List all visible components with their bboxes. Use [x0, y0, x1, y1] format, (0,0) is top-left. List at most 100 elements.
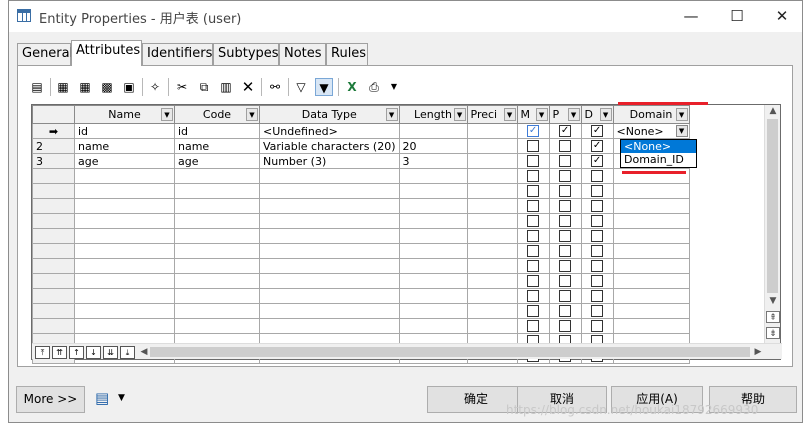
table-row[interactable]: [32, 273, 690, 289]
checkbox[interactable]: [527, 155, 540, 167]
row-header[interactable]: [32, 183, 75, 199]
move-page-up-icon[interactable]: ⇈: [52, 346, 67, 359]
cell-length[interactable]: [398, 123, 468, 139]
checkbox[interactable]: [591, 290, 604, 302]
empty-cell[interactable]: [174, 288, 260, 304]
dropdown-arrow-icon[interactable]: ▼: [385, 78, 403, 96]
print-icon[interactable]: ⎙: [365, 78, 383, 96]
row-header[interactable]: [32, 273, 75, 289]
checkbox[interactable]: [591, 320, 604, 332]
checkbox[interactable]: [559, 245, 572, 257]
cell-length[interactable]: 3: [398, 153, 468, 169]
page-down-icon[interactable]: ⇟: [766, 327, 780, 339]
chevron-down-icon[interactable]: ▼: [535, 108, 548, 121]
cell-domain[interactable]: <None> ▼: [612, 123, 690, 139]
empty-cell[interactable]: [612, 213, 690, 229]
empty-cell[interactable]: [612, 288, 690, 304]
table-row[interactable]: [32, 288, 690, 304]
checkbox[interactable]: [559, 305, 572, 317]
checkbox[interactable]: [559, 290, 572, 302]
scroll-down-icon[interactable]: ▼: [765, 295, 781, 307]
checkbox[interactable]: [527, 275, 540, 287]
empty-cell[interactable]: [398, 258, 468, 274]
empty-cell[interactable]: [259, 168, 400, 184]
table-row[interactable]: [32, 303, 690, 319]
checkbox[interactable]: [591, 230, 604, 242]
row-header[interactable]: [32, 228, 75, 244]
copy-icon[interactable]: ⧉: [195, 78, 213, 96]
find-icon[interactable]: ⚯: [266, 78, 284, 96]
empty-cell[interactable]: [612, 273, 690, 289]
replicate-icon[interactable]: ▣: [120, 78, 138, 96]
delete-icon[interactable]: ✕: [239, 78, 257, 96]
tab-attributes[interactable]: Attributes: [71, 40, 142, 66]
horizontal-scroll-thumb[interactable]: [150, 347, 750, 357]
cell-data-type[interactable]: Number (3): [259, 153, 400, 169]
checkbox[interactable]: [527, 185, 540, 197]
empty-cell[interactable]: [259, 303, 400, 319]
paste-icon[interactable]: ▥: [217, 78, 235, 96]
empty-cell[interactable]: [259, 273, 400, 289]
row-header[interactable]: [32, 168, 75, 184]
checkbox[interactable]: [527, 200, 540, 212]
checkbox[interactable]: [559, 320, 572, 332]
checkbox[interactable]: [527, 140, 540, 152]
empty-cell[interactable]: [398, 168, 468, 184]
chevron-down-icon[interactable]: ▼: [567, 108, 580, 121]
empty-cell[interactable]: [174, 318, 260, 334]
domain-dropdown-list[interactable]: <None> Domain_ID: [620, 139, 697, 168]
checkbox[interactable]: ✓: [527, 125, 540, 137]
table-row[interactable]: ➡ id id <Undefined> ✓ ✓ ✓ <None> ▼: [32, 123, 690, 139]
empty-cell[interactable]: [612, 198, 690, 214]
cell-length[interactable]: 20: [398, 138, 468, 154]
empty-cell[interactable]: [74, 183, 175, 199]
checkbox[interactable]: ✓: [591, 140, 604, 152]
empty-cell[interactable]: [74, 273, 175, 289]
chevron-down-icon[interactable]: ▼: [246, 108, 258, 121]
domain-option-domain-id[interactable]: Domain_ID: [621, 153, 696, 166]
table-row[interactable]: [32, 318, 690, 334]
empty-cell[interactable]: [398, 288, 468, 304]
empty-cell[interactable]: [174, 258, 260, 274]
table-row[interactable]: [32, 183, 690, 199]
empty-cell[interactable]: [466, 318, 518, 334]
empty-cell[interactable]: [612, 183, 690, 199]
empty-cell[interactable]: [74, 318, 175, 334]
maximize-button[interactable]: ☐: [714, 1, 760, 32]
checkbox[interactable]: [559, 155, 572, 167]
move-down-icon[interactable]: ↓: [86, 346, 101, 359]
checkbox[interactable]: [527, 320, 540, 332]
empty-cell[interactable]: [398, 198, 468, 214]
empty-cell[interactable]: [398, 318, 468, 334]
checkbox[interactable]: [591, 185, 604, 197]
row-header[interactable]: [32, 198, 75, 214]
empty-cell[interactable]: [174, 243, 260, 259]
checkbox[interactable]: [527, 260, 540, 272]
checkbox[interactable]: [527, 290, 540, 302]
chevron-down-icon[interactable]: ▼: [675, 108, 688, 121]
empty-cell[interactable]: [398, 213, 468, 229]
checkbox[interactable]: [559, 170, 572, 182]
empty-cell[interactable]: [174, 228, 260, 244]
checkbox[interactable]: [591, 275, 604, 287]
checkbox[interactable]: [559, 260, 572, 272]
table-row[interactable]: [32, 258, 690, 274]
empty-cell[interactable]: [174, 303, 260, 319]
empty-cell[interactable]: [259, 228, 400, 244]
empty-cell[interactable]: [74, 168, 175, 184]
checkbox[interactable]: [559, 185, 572, 197]
checkbox[interactable]: [559, 200, 572, 212]
move-bottom-icon[interactable]: ⤓: [120, 346, 135, 359]
checkbox[interactable]: ✓: [559, 125, 572, 137]
table-row[interactable]: [32, 243, 690, 259]
properties-icon[interactable]: ▤: [28, 78, 46, 96]
move-top-icon[interactable]: ⤒: [35, 346, 50, 359]
column-header-data-type[interactable]: Data Type ▼: [259, 105, 400, 124]
page-up-icon[interactable]: ⇞: [766, 311, 780, 323]
column-header-domain[interactable]: Domain ▼: [612, 105, 690, 124]
column-header-mandatory[interactable]: M ▼: [516, 105, 550, 124]
table-row[interactable]: 2 name name Variable characters (20) 20 ✓: [32, 138, 690, 154]
checkbox[interactable]: [527, 305, 540, 317]
excel-export-icon[interactable]: X: [343, 78, 361, 96]
chevron-down-icon[interactable]: ▼: [118, 393, 125, 403]
